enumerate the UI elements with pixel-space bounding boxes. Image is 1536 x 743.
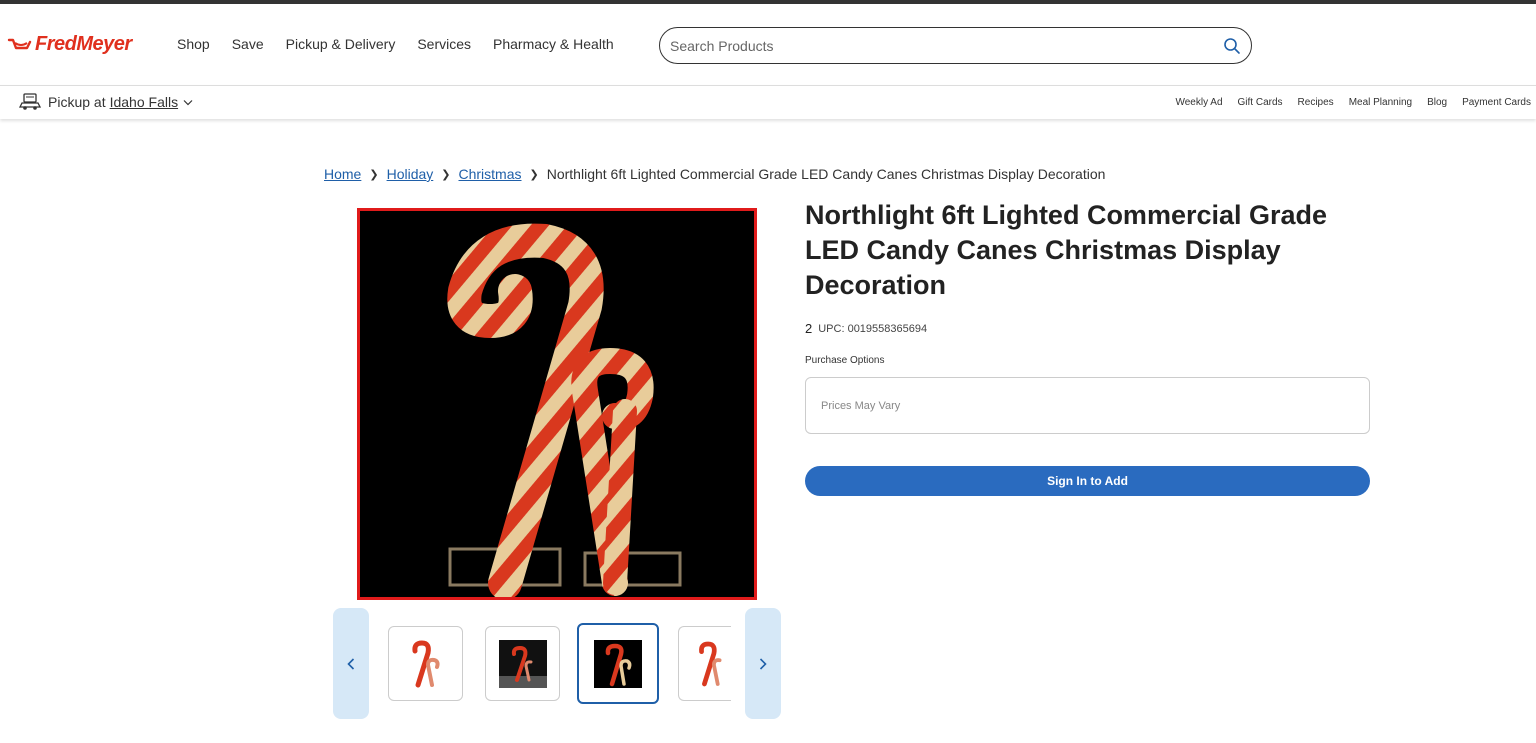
purchase-options-label: Purchase Options: [805, 355, 885, 366]
header: FredMeyer Shop Save Pickup & Delivery Se…: [0, 4, 1536, 86]
breadcrumb-holiday[interactable]: Holiday: [387, 166, 434, 182]
link-meal-planning[interactable]: Meal Planning: [1349, 97, 1412, 108]
thumb-image: [594, 639, 642, 688]
chevron-right-icon: [759, 657, 767, 670]
link-weekly-ad[interactable]: Weekly Ad: [1175, 97, 1222, 108]
nav-pharmacy-health[interactable]: Pharmacy & Health: [493, 36, 614, 52]
chevron-right-icon: ❯: [529, 168, 539, 181]
breadcrumb-home[interactable]: Home: [324, 166, 361, 182]
sub-header: Pickup at Idaho Falls Weekly Ad Gift Car…: [0, 85, 1536, 119]
nav-shop[interactable]: Shop: [177, 36, 210, 52]
link-blog[interactable]: Blog: [1427, 97, 1447, 108]
gallery-thumb-active[interactable]: [577, 623, 659, 704]
brand-name: FredMeyer: [35, 33, 132, 55]
nav-services[interactable]: Services: [417, 36, 471, 52]
thumb-image: [498, 639, 547, 688]
chevron-right-icon: ❯: [441, 168, 451, 181]
product-title: Northlight 6ft Lighted Commercial Grade …: [805, 200, 1328, 300]
chevron-left-icon: [347, 657, 355, 670]
sign-in-to-add-button[interactable]: Sign In to Add: [805, 466, 1370, 496]
thumb-image: [411, 639, 440, 687]
brand-logo[interactable]: FredMeyer: [7, 33, 132, 56]
pickup-car-icon: [19, 93, 41, 110]
carousel-prev-button[interactable]: [333, 608, 369, 719]
nav-save[interactable]: Save: [232, 36, 264, 52]
chevron-down-icon: [183, 99, 193, 105]
gallery-thumb[interactable]: [485, 626, 560, 701]
main-nav: Shop Save Pickup & Delivery Services Pha…: [177, 36, 614, 52]
breadcrumb-christmas[interactable]: Christmas: [459, 166, 522, 182]
link-payment-cards[interactable]: Payment Cards: [1462, 97, 1531, 108]
utility-links: Weekly Ad Gift Cards Recipes Meal Planni…: [1175, 97, 1531, 108]
breadcrumb: Home ❯ Holiday ❯ Christmas ❯ Northlight …: [324, 166, 1105, 182]
search-bar: [659, 27, 1252, 64]
purchase-options-box[interactable]: Prices May Vary: [805, 377, 1370, 434]
gallery-thumb[interactable]: [678, 626, 731, 701]
pickup-location[interactable]: Pickup at Idaho Falls: [19, 93, 193, 111]
search-input[interactable]: [670, 37, 1223, 54]
gallery-thumb[interactable]: [388, 626, 463, 701]
chevron-right-icon: ❯: [369, 168, 379, 181]
link-recipes[interactable]: Recipes: [1298, 97, 1334, 108]
link-gift-cards[interactable]: Gift Cards: [1238, 97, 1283, 108]
product-main-image[interactable]: [357, 208, 757, 600]
product-upc: UPC: 0019558365694: [818, 322, 928, 335]
pickup-prefix: Pickup at: [48, 94, 106, 110]
pickup-store-link[interactable]: Idaho Falls: [110, 94, 178, 110]
thumb-image: [699, 641, 722, 686]
search-icon[interactable]: [1223, 37, 1241, 55]
breadcrumb-current: Northlight 6ft Lighted Commercial Grade …: [546, 166, 1106, 182]
product-count: 2: [805, 321, 813, 336]
product-upc-row: 2 UPC: 0019558365694: [805, 321, 927, 336]
carousel-next-button[interactable]: [745, 608, 781, 719]
candy-canes-image: [447, 223, 682, 597]
price-note: Prices May Vary: [821, 399, 901, 412]
nav-pickup-delivery[interactable]: Pickup & Delivery: [286, 36, 396, 52]
cart-logo-icon: [7, 38, 32, 49]
